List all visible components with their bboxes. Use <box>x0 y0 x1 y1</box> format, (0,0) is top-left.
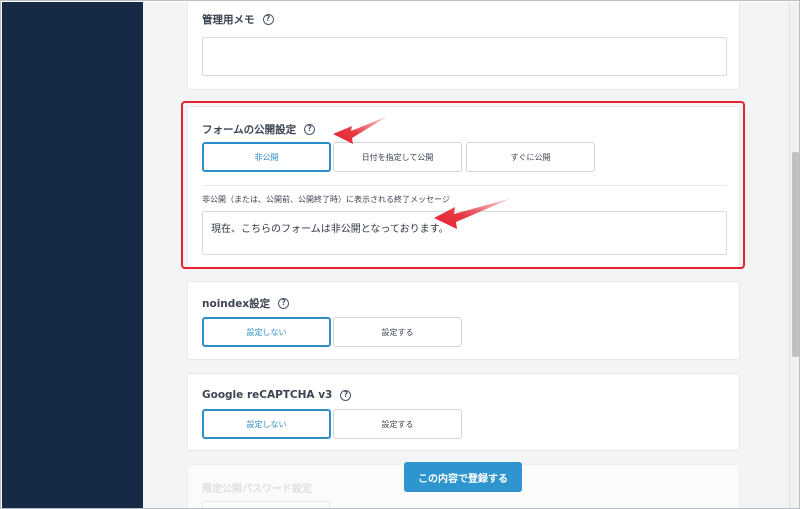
help-circle-icon[interactable]: ? <box>278 298 290 309</box>
recaptcha-off-button[interactable]: 設定しない <box>202 409 331 439</box>
recaptcha-on-button[interactable]: 設定する <box>333 409 462 439</box>
scrollbar-thumb[interactable] <box>792 152 799 357</box>
help-circle-icon[interactable]: ? <box>340 389 352 401</box>
submit-button[interactable]: この内容で登録する <box>404 462 522 492</box>
memo-label: 管理用メモ ? <box>202 12 274 27</box>
recaptcha-card: Google reCAPTCHA v3 ? 設定しない 設定する <box>187 373 740 451</box>
memo-textarea[interactable] <box>202 37 727 76</box>
password-option-button[interactable] <box>202 501 330 508</box>
scrollbar[interactable] <box>789 2 799 508</box>
sidebar <box>2 2 143 508</box>
noindex-card: noindex設定 ? 設定しない 設定する <box>187 281 740 360</box>
noindex-off-button[interactable]: 設定しない <box>202 317 331 347</box>
help-circle-icon[interactable]: ? <box>262 14 274 25</box>
noindex-on-button[interactable]: 設定する <box>333 317 462 347</box>
password-label: 限定公開パスワード設定 <box>202 484 312 495</box>
noindex-label: noindex設定 ? <box>202 296 290 311</box>
memo-card: 管理用メモ ? <box>187 2 740 90</box>
highlight-box <box>181 101 745 269</box>
recaptcha-label: Google reCAPTCHA v3 ? <box>202 389 352 401</box>
